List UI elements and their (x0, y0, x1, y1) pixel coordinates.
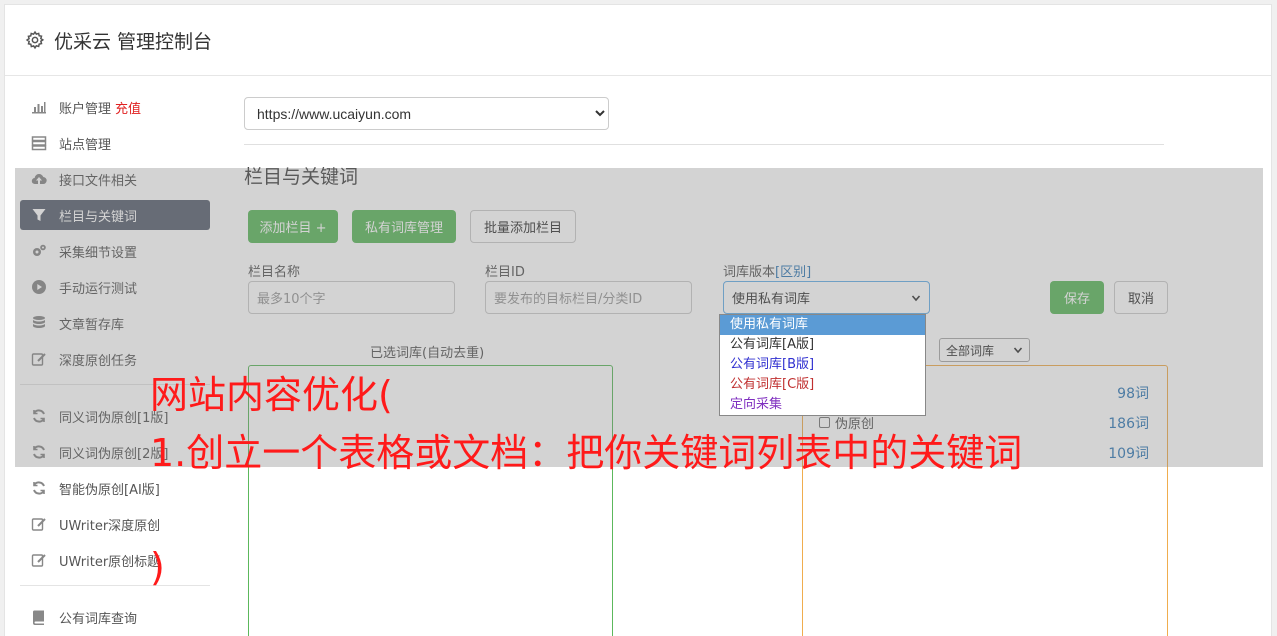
lib-version-label-text: 词库版本 (723, 265, 776, 280)
overlay-text-line2: 1.创立一个表格或文档：把你关键词列表中的关键词 (150, 431, 1023, 475)
site-select[interactable]: https://www.ucaiyun.com (244, 97, 609, 130)
add-column-button[interactable]: 添加栏目 + (248, 210, 338, 243)
column-id-label: 栏目ID (485, 265, 525, 280)
section-title: 栏目与关键词 (244, 166, 359, 188)
column-id-input[interactable]: 要发布的目标栏目/分类ID (485, 281, 692, 314)
column-name-input[interactable]: 最多10个字 (248, 281, 455, 314)
dropdown-option-directed[interactable]: 定向采集 (720, 395, 925, 415)
column-name-label: 栏目名称 (248, 265, 301, 280)
edit-icon (30, 350, 48, 368)
all-libs-select-value: 全部词库 (946, 343, 995, 358)
cloud-upload-icon (30, 170, 48, 188)
play-circle-icon (30, 278, 48, 296)
lib-version-value: 使用私有词库 (732, 292, 811, 307)
sidebar-item-sites[interactable]: 站点管理 (20, 128, 210, 158)
sidebar-item-label: 接口文件相关 (59, 173, 138, 189)
sidebar-item-interface[interactable]: 接口文件相关 (20, 164, 210, 194)
sidebar-item-public-lib[interactable]: 公有词库查询 (20, 602, 210, 632)
page-header: 优采云 管理控制台 (5, 5, 1271, 76)
lib-count: 186词 (1108, 416, 1149, 432)
all-libs-select[interactable]: 全部词库 (939, 338, 1030, 362)
database-icon (30, 314, 48, 332)
book-icon (30, 608, 48, 626)
sidebar-item-account[interactable]: 账户管理 充值 (20, 92, 210, 122)
sidebar-item-label: 栏目与关键词 (59, 209, 138, 225)
sidebar-item-uwriter-deep[interactable]: UWriter深度原创 (20, 509, 210, 539)
divider (244, 144, 1164, 145)
lib-version-label: 词库版本[区别] (723, 261, 811, 280)
chevron-down-icon (911, 294, 921, 301)
sidebar-item-label: UWriter深度原创 (59, 518, 161, 534)
sidebar-item-collect-settings[interactable]: 采集细节设置 (20, 236, 210, 266)
sidebar-item-deep-original[interactable]: 深度原创任务 (20, 344, 210, 374)
private-lib-button[interactable]: 私有词库管理 (352, 210, 456, 243)
refresh-icon (30, 407, 48, 425)
sidebar-item-label: 站点管理 (59, 137, 112, 153)
gear-icon (25, 30, 45, 50)
dropdown-option-public-c[interactable]: 公有词库[C版] (720, 375, 925, 395)
sidebar-item-label: 采集细节设置 (59, 245, 138, 261)
overlay-text-line3: ) (150, 545, 165, 589)
cancel-button[interactable]: 取消 (1114, 281, 1168, 314)
sidebar-item-ai-rewrite[interactable]: 智能伪原创[AI版] (20, 473, 210, 503)
sidebar-item-label: 文章暂存库 (59, 317, 125, 333)
lib-count: 109词 (1108, 446, 1149, 462)
bar-chart-icon (30, 98, 48, 116)
main-content: https://www.ucaiyun.com 栏目与关键词 添加栏目 + 私有… (244, 97, 1168, 636)
sidebar-item-label: 深度原创任务 (59, 353, 138, 369)
dropdown-option-public-a[interactable]: 公有词库[A版] (720, 335, 925, 355)
sidebar-item-label: 公有词库查询 (59, 611, 138, 627)
diff-link[interactable]: [区别] (775, 265, 811, 280)
sidebar-item-manual-run[interactable]: 手动运行测试 (20, 272, 210, 302)
lib-count: 98词 (1117, 386, 1149, 402)
sidebar: 账户管理 充值 站点管理 接口文件相关 栏目与关键词 采集细节设置 手动运行测试 (20, 92, 210, 636)
recharge-link[interactable]: 充值 (115, 98, 141, 117)
page-title: 优采云 管理控制台 (54, 30, 213, 53)
selected-libs-caption: 已选词库(自动去重) (370, 346, 485, 361)
sidebar-item-label: 智能伪原创[AI版] (59, 482, 160, 498)
cogs-icon (30, 242, 48, 260)
sidebar-item-article-store[interactable]: 文章暂存库 (20, 308, 210, 338)
server-icon (30, 134, 48, 152)
batch-add-button[interactable]: 批量添加栏目 (470, 210, 576, 243)
filter-icon (30, 206, 48, 224)
lib-version-select[interactable]: 使用私有词库 (723, 281, 930, 314)
save-button[interactable]: 保存 (1050, 281, 1104, 314)
edit-icon (30, 551, 48, 569)
sidebar-item-uwriter-title[interactable]: UWriter原创标题 (20, 545, 210, 575)
sidebar-item-label: UWriter原创标题 (59, 554, 161, 570)
refresh-icon (30, 443, 48, 461)
sidebar-item-columns[interactable]: 栏目与关键词 (20, 200, 210, 230)
refresh-icon (30, 479, 48, 497)
edit-icon (30, 515, 48, 533)
sidebar-item-label: 手动运行测试 (59, 281, 138, 297)
dropdown-option-public-b[interactable]: 公有词库[B版] (720, 355, 925, 375)
dropdown-option-private[interactable]: 使用私有词库 (720, 315, 925, 335)
lib-version-dropdown: 使用私有词库 公有词库[A版] 公有词库[B版] 公有词库[C版] 定向采集 (719, 314, 926, 416)
sidebar-item-label: 账户管理 (59, 101, 112, 117)
lib-checkbox[interactable] (819, 417, 830, 428)
chevron-down-icon (1013, 347, 1023, 354)
overlay-text-line1: 网站内容优化( (150, 373, 393, 417)
sidebar-divider (20, 585, 210, 586)
